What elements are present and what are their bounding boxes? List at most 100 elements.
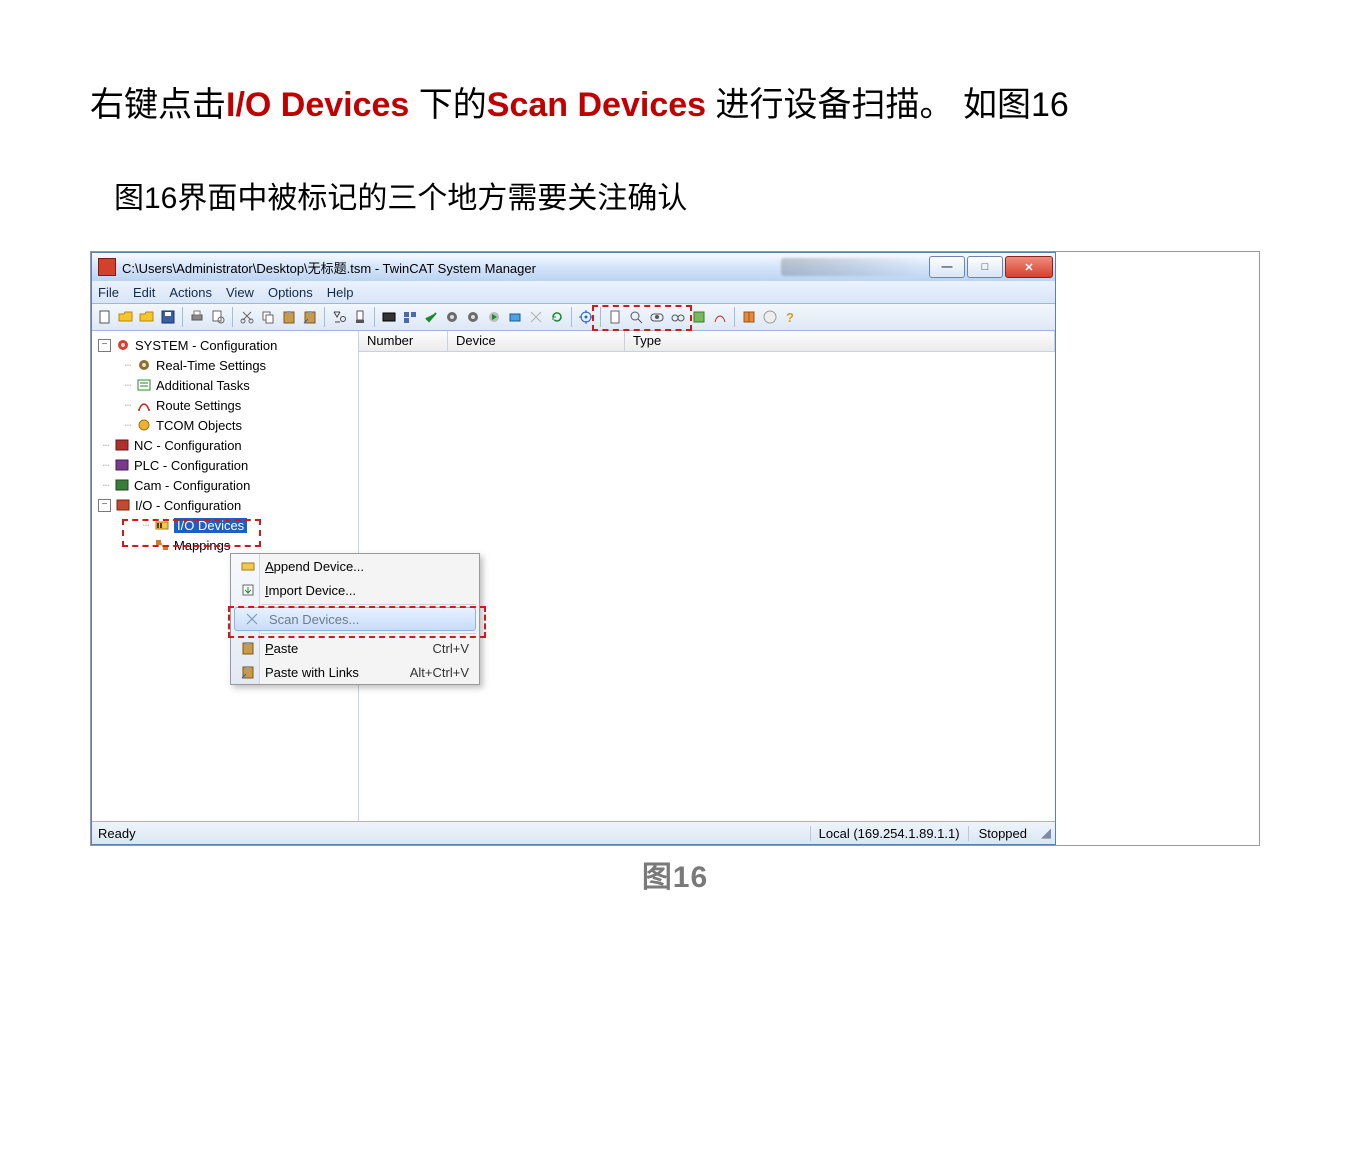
stop-icon[interactable] bbox=[351, 308, 369, 326]
titlebar-smudge bbox=[781, 258, 921, 276]
tcom-icon bbox=[136, 417, 152, 433]
menu-actions[interactable]: Actions bbox=[169, 285, 212, 300]
menu-file[interactable]: File bbox=[98, 285, 119, 300]
tree-tcom[interactable]: TCOM Objects bbox=[156, 418, 242, 433]
target-icon[interactable] bbox=[577, 308, 595, 326]
ctx-paste-acc: Ctrl+V bbox=[433, 641, 479, 656]
help-icon[interactable]: ? bbox=[782, 308, 800, 326]
watch-icon[interactable] bbox=[648, 308, 666, 326]
tool-a-icon[interactable] bbox=[380, 308, 398, 326]
paste-ctx-icon bbox=[237, 640, 259, 656]
ctx-scan-devices[interactable]: Scan Devices... bbox=[234, 607, 476, 631]
tool-b-icon[interactable] bbox=[401, 308, 419, 326]
tree-addtasks[interactable]: Additional Tasks bbox=[156, 378, 250, 393]
info-icon[interactable] bbox=[761, 308, 779, 326]
instruction-pre: 右键点击 bbox=[90, 86, 226, 124]
io-config-icon bbox=[115, 497, 131, 513]
screenshot-frame: C:\Users\Administrator\Desktop\无标题.tsm -… bbox=[90, 251, 1260, 846]
book-icon[interactable] bbox=[740, 308, 758, 326]
mappings-icon bbox=[154, 537, 170, 553]
import-device-icon bbox=[237, 582, 259, 598]
tree-io[interactable]: I/O - Configuration bbox=[135, 498, 241, 513]
menu-bar: File Edit Actions View Options Help bbox=[92, 281, 1055, 304]
open-icon[interactable] bbox=[117, 308, 135, 326]
ctx-paste-links-label: Paste with Links bbox=[259, 665, 410, 680]
new-icon[interactable] bbox=[96, 308, 114, 326]
ctx-append-device[interactable]: Append Device... bbox=[231, 554, 479, 578]
tree-system[interactable]: SYSTEM - Configuration bbox=[135, 338, 277, 353]
status-ready: Ready bbox=[92, 826, 810, 841]
save-icon[interactable] bbox=[159, 308, 177, 326]
glasses-icon[interactable] bbox=[669, 308, 687, 326]
tree-mappings[interactable]: Mappings bbox=[174, 538, 230, 553]
window-titlebar: C:\Users\Administrator\Desktop\无标题.tsm -… bbox=[92, 253, 1055, 281]
tree-realtime[interactable]: Real-Time Settings bbox=[156, 358, 266, 373]
check-icon[interactable] bbox=[422, 308, 440, 326]
menu-help[interactable]: Help bbox=[327, 285, 354, 300]
route-icon bbox=[136, 397, 152, 413]
paste-icon[interactable] bbox=[280, 308, 298, 326]
tree-io-devices[interactable]: I/O Devices bbox=[174, 518, 247, 533]
reload-icon[interactable] bbox=[548, 308, 566, 326]
twincat-app-icon bbox=[98, 258, 116, 276]
tree-route[interactable]: Route Settings bbox=[156, 398, 241, 413]
instruction-strong-1: I/O Devices bbox=[226, 86, 409, 124]
context-menu: Append Device... Import Device... Scan D… bbox=[230, 553, 480, 685]
toolbar: ? bbox=[92, 304, 1055, 331]
plc-icon bbox=[114, 457, 130, 473]
tree-nc[interactable]: NC - Configuration bbox=[134, 438, 242, 453]
column-number[interactable]: Number bbox=[359, 331, 448, 351]
ctx-paste-links[interactable]: Paste with Links Alt+Ctrl+V bbox=[231, 660, 479, 684]
search-icon[interactable] bbox=[627, 308, 645, 326]
find-icon[interactable] bbox=[330, 308, 348, 326]
config-mode-icon[interactable] bbox=[506, 308, 524, 326]
ctx-paste[interactable]: Paste Ctrl+V bbox=[231, 636, 479, 660]
gear-icon bbox=[136, 357, 152, 373]
menu-view[interactable]: View bbox=[226, 285, 254, 300]
cut-icon[interactable] bbox=[238, 308, 256, 326]
run-mode-icon[interactable] bbox=[485, 308, 503, 326]
paste-links-icon[interactable] bbox=[301, 308, 319, 326]
figure-caption: 图16 bbox=[90, 852, 1260, 896]
menu-options[interactable]: Options bbox=[268, 285, 313, 300]
paste-links-ctx-icon bbox=[237, 664, 259, 680]
io-devices-icon bbox=[154, 517, 170, 533]
tasks-icon bbox=[136, 377, 152, 393]
column-type[interactable]: Type bbox=[625, 331, 1055, 351]
tree-plc[interactable]: PLC - Configuration bbox=[134, 458, 248, 473]
doc-a-icon[interactable] bbox=[606, 308, 624, 326]
tree-cam[interactable]: Cam - Configuration bbox=[134, 478, 250, 493]
instruction-post: 进行设备扫描。 如图16 bbox=[706, 86, 1069, 124]
instruction-mid: 下的 bbox=[409, 86, 486, 124]
note-text: 图16界面中被标记的三个地方需要关注确认 bbox=[114, 173, 1260, 217]
ctx-import-device[interactable]: Import Device... bbox=[231, 578, 479, 602]
instruction-text: 右键点击I/O Devices 下的Scan Devices 进行设备扫描。 如… bbox=[90, 80, 1260, 131]
scan-devices-toolbar-icon[interactable] bbox=[527, 308, 545, 326]
gear-a-icon[interactable] bbox=[443, 308, 461, 326]
window-title: C:\Users\Administrator\Desktop\无标题.tsm -… bbox=[122, 258, 781, 277]
status-bar: Ready Local (169.254.1.89.1.1) Stopped ◢ bbox=[92, 821, 1055, 844]
open2-icon[interactable] bbox=[138, 308, 156, 326]
append-device-icon bbox=[237, 558, 259, 574]
svg-text:?: ? bbox=[786, 310, 794, 325]
close-button[interactable]: ✕ bbox=[1005, 256, 1053, 278]
status-state: Stopped bbox=[968, 826, 1037, 841]
sym-a-icon[interactable] bbox=[690, 308, 708, 326]
cam-icon bbox=[114, 477, 130, 493]
column-device[interactable]: Device bbox=[448, 331, 625, 351]
gear-b-icon[interactable] bbox=[464, 308, 482, 326]
print-preview-icon[interactable] bbox=[209, 308, 227, 326]
maximize-button[interactable]: □ bbox=[967, 256, 1003, 278]
sym-b-icon[interactable] bbox=[711, 308, 729, 326]
resize-grip-icon[interactable]: ◢ bbox=[1037, 825, 1055, 841]
copy-icon[interactable] bbox=[259, 308, 277, 326]
instruction-strong-2: Scan Devices bbox=[487, 86, 706, 124]
menu-edit[interactable]: Edit bbox=[133, 285, 155, 300]
minimize-button[interactable]: — bbox=[929, 256, 965, 278]
ctx-paste-links-acc: Alt+Ctrl+V bbox=[410, 665, 479, 680]
nc-icon bbox=[114, 437, 130, 453]
scan-devices-icon bbox=[241, 611, 263, 627]
status-address: Local (169.254.1.89.1.1) bbox=[810, 826, 968, 841]
gear-red-icon bbox=[115, 337, 131, 353]
print-icon[interactable] bbox=[188, 308, 206, 326]
